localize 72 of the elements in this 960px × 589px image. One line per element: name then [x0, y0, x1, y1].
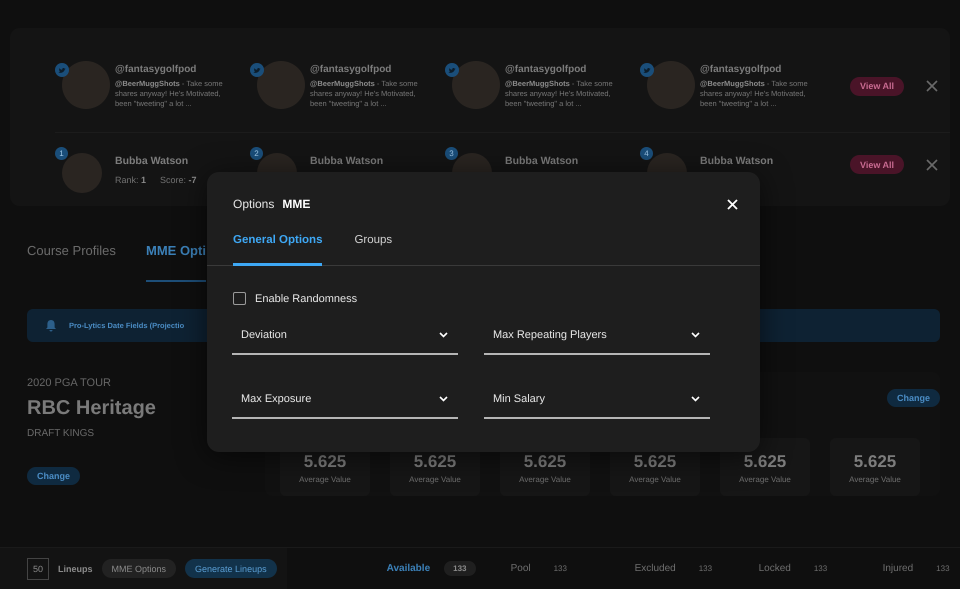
checkbox[interactable]	[233, 292, 246, 305]
bird-icon	[55, 63, 69, 77]
tweet-handle: @fantasygolfpod	[115, 64, 198, 74]
dropdown-field[interactable]: Min Salary	[484, 381, 710, 419]
avatar-photo-placeholder	[647, 61, 695, 109]
change-button[interactable]: Change	[886, 389, 940, 407]
pool-count: 133	[444, 561, 476, 576]
page-tab[interactable]: Course Profiles	[27, 236, 146, 282]
view-all-button[interactable]: View All	[850, 155, 904, 174]
modal-title: Options	[233, 197, 274, 211]
stat-value: 5.625	[634, 452, 676, 472]
view-all-button[interactable]: View All	[850, 76, 904, 96]
checkbox-label: Enable Randomness	[255, 292, 358, 304]
stat-value: 5.625	[524, 452, 566, 472]
chevron-down-icon	[439, 332, 448, 338]
tweet-handle: @fantasygolfpod	[505, 64, 588, 74]
pool-count: 133	[812, 563, 828, 575]
rank-badge: 2	[250, 147, 263, 160]
tweet-handle: @fantasygolfpod	[310, 64, 392, 74]
stat-label: Average Value	[299, 475, 351, 484]
modal-tab[interactable]: Groups	[354, 234, 392, 266]
modal-tab[interactable]: General Options	[233, 234, 322, 266]
player-name: Bubba Watson	[115, 155, 190, 167]
chevron-down-icon	[691, 396, 700, 402]
pool-tab[interactable]: Locked	[758, 563, 791, 574]
modal-subtitle: MME	[282, 197, 310, 211]
options-button[interactable]: MME Options	[102, 559, 176, 578]
dropdown-field[interactable]: Max Exposure	[232, 381, 458, 419]
pool-tab[interactable]: Pool	[510, 563, 531, 574]
change-button[interactable]: Change	[27, 467, 80, 485]
rank-badge: 1	[55, 147, 68, 160]
bell-icon	[45, 319, 57, 332]
stat-label: Average Value	[409, 475, 461, 484]
stat-label: Average Value	[519, 475, 571, 484]
stat-label: Average Value	[629, 475, 681, 484]
bird-icon	[640, 63, 654, 77]
pool-count: 133	[935, 563, 951, 575]
chevron-down-icon	[691, 332, 700, 338]
chevron-down-icon	[439, 396, 448, 402]
stat-value: 5.625	[414, 452, 456, 472]
player-name: Bubba Watson	[700, 155, 774, 167]
stat-value: 5.625	[304, 452, 346, 472]
rank-badge: 4	[640, 147, 653, 160]
avatar-photo-placeholder	[62, 153, 102, 193]
pool-tab[interactable]: Available	[386, 563, 430, 574]
player-name: Bubba Watson	[310, 155, 384, 167]
avatar-photo-placeholder	[452, 61, 500, 109]
tweet-handle: @fantasygolfpod	[700, 64, 782, 74]
avatar-photo-placeholder	[62, 61, 110, 109]
lineups-label: Lineups	[58, 564, 93, 574]
player-name: Bubba Watson	[505, 155, 578, 167]
stat-label: Average Value	[739, 475, 791, 484]
rank-badge: 3	[445, 147, 458, 160]
event-title: RBC Heritage	[27, 397, 156, 420]
pool-tab[interactable]: Injured	[882, 563, 914, 574]
event-season: 2020 PGA TOUR	[27, 377, 111, 389]
player-rank: Rank: 1	[115, 175, 146, 185]
avatar-photo-placeholder	[257, 61, 305, 109]
pool-tab[interactable]: Excluded	[634, 563, 676, 574]
bird-icon	[250, 63, 264, 77]
stat-value: 5.625	[744, 452, 786, 472]
lineups-count-field[interactable]: 50	[27, 558, 49, 580]
event-site: DRAFT KINGS	[27, 428, 94, 439]
stat-value: 5.625	[854, 452, 896, 472]
stat-label: Average Value	[849, 475, 901, 484]
pool-count: 133	[552, 563, 568, 575]
dropdown-field[interactable]: Max Repeating Players	[484, 317, 710, 355]
bird-icon	[445, 63, 459, 77]
dropdown-field[interactable]: Deviation	[232, 317, 458, 355]
player-score: Score: -7	[160, 175, 197, 185]
generate-button[interactable]: Generate Lineups	[185, 559, 277, 578]
pool-count: 133	[698, 563, 714, 575]
